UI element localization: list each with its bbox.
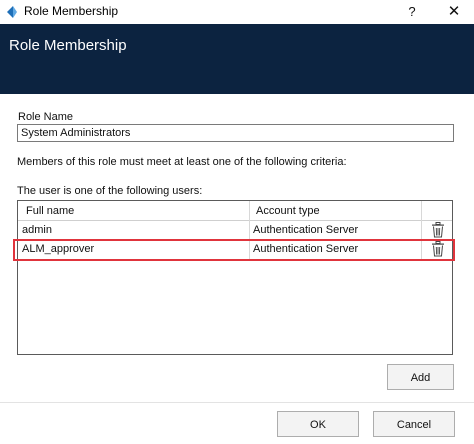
column-header-account-type[interactable]: Account type bbox=[256, 205, 320, 217]
header-title: Role Membership bbox=[9, 37, 127, 54]
help-button[interactable]: ? bbox=[400, 1, 424, 23]
criteria-text: Members of this role must meet at least … bbox=[17, 156, 347, 168]
table-row[interactable]: admin Authentication Server bbox=[18, 221, 452, 241]
title-bar: Role Membership ? ✕ bbox=[0, 0, 474, 24]
table-header: Full name Account type bbox=[18, 201, 452, 221]
cancel-button[interactable]: Cancel bbox=[373, 411, 455, 437]
users-label: The user is one of the following users: bbox=[17, 185, 203, 197]
ok-button[interactable]: OK bbox=[277, 411, 359, 437]
app-icon bbox=[7, 6, 17, 18]
role-name-input[interactable] bbox=[17, 124, 454, 142]
full-name-cell: admin bbox=[22, 224, 52, 236]
highlight-box bbox=[13, 239, 455, 261]
footer-divider bbox=[0, 402, 474, 403]
close-button[interactable]: ✕ bbox=[442, 1, 466, 23]
account-type-cell: Authentication Server bbox=[253, 224, 359, 236]
window-title: Role Membership bbox=[24, 4, 119, 18]
add-button[interactable]: Add bbox=[387, 364, 454, 390]
delete-icon[interactable] bbox=[431, 222, 445, 238]
role-name-label: Role Name bbox=[18, 111, 74, 123]
dialog-header: Role Membership bbox=[0, 24, 474, 94]
column-header-full-name[interactable]: Full name bbox=[26, 205, 74, 217]
users-table: Full name Account type admin Authenticat… bbox=[17, 200, 453, 355]
